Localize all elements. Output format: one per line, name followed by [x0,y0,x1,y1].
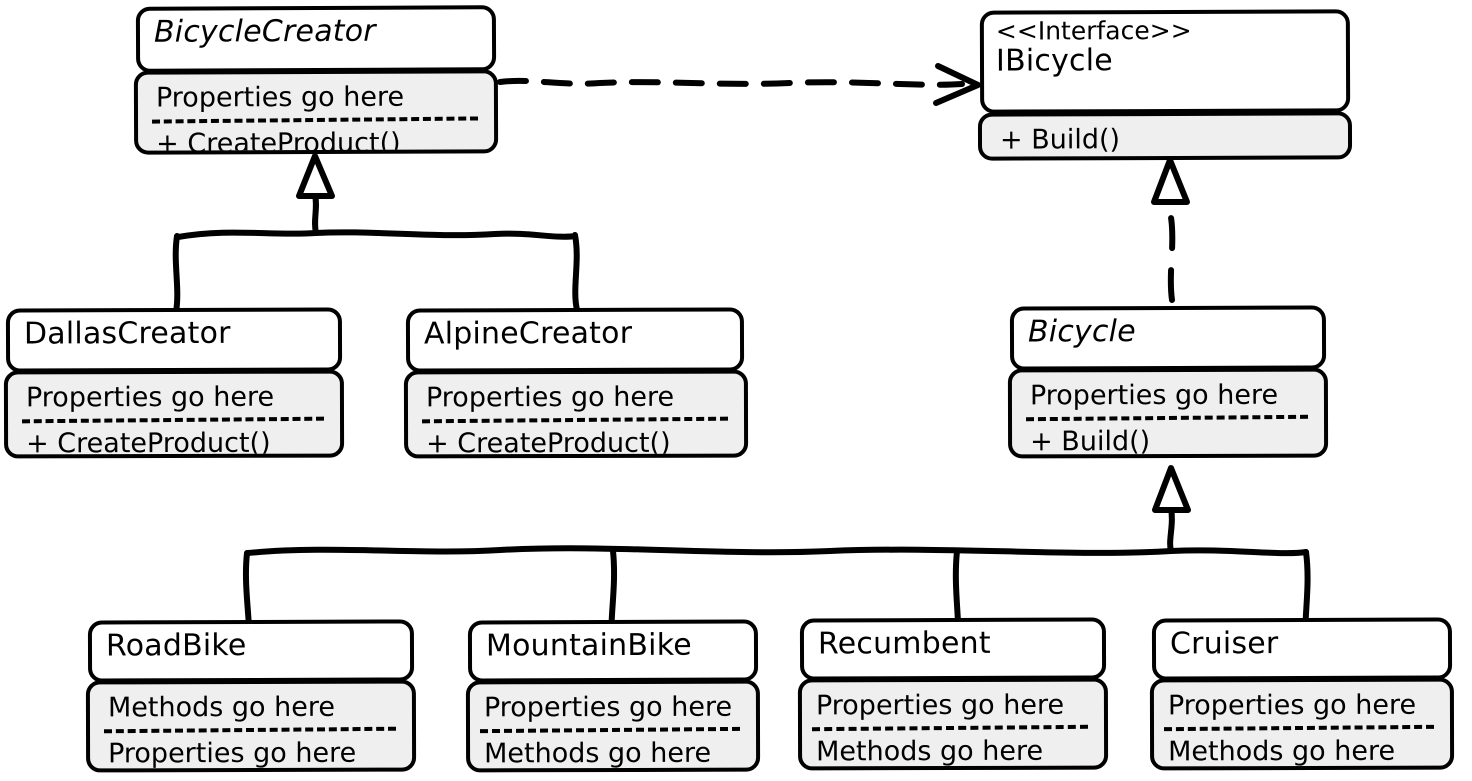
member-text: + CreateProduct() [426,427,671,459]
member-row: Properties go here [26,376,340,419]
member-row: Methods go here [108,686,412,729]
member-text: Methods go here [484,737,712,769]
class-ibicycle-members: + Build() [977,111,1353,161]
edge-realization-bicycle-to-ibicycle [1151,157,1190,303]
class-recumbent-members: Properties go here Methods go here [797,677,1109,771]
class-ibicycle-stereotype: <<Interface>> [995,15,1192,46]
class-mountain-bike-members: Properties go here Methods go here [465,679,761,773]
class-bicycle-members: Properties go here + Build() [1007,367,1329,459]
member-text: Properties go here [425,381,675,413]
member-row: Properties go here [816,684,1104,727]
member-text: + CreateProduct() [26,427,271,459]
member-text: Properties go here [25,381,275,413]
class-dallas-creator-title: DallasCreator [23,315,231,352]
member-text: + CreateProduct() [156,127,401,155]
member-row: Properties go here [484,686,756,729]
member-row: + CreateProduct() [426,422,744,459]
member-row: + Build() [1030,420,1324,459]
edge-generalization-creators-to-bicyclecreator [172,153,580,315]
member-row: + CreateProduct() [26,422,340,459]
member-row: Methods go here [816,730,1104,771]
class-ibicycle-title: IBicycle [995,43,1113,79]
member-text: Properties go here [155,81,405,114]
class-bicycle-header: Bicycle [1009,305,1327,371]
member-text: Properties go here [815,689,1065,721]
member-row: Properties go here [108,732,412,773]
class-cruiser-title: Cruiser [1169,626,1279,662]
class-bicycle-title: Bicycle [1027,314,1136,350]
class-alpine-creator-members: Properties go here + CreateProduct() [403,369,749,459]
member-row: Methods go here [1168,730,1450,771]
class-alpine-creator-header: AlpineCreator [405,307,745,373]
member-text: Methods go here [816,735,1044,767]
member-row: Properties go here [156,75,494,118]
class-bicycle-creator-members: Properties go here + CreateProduct() [133,69,499,155]
class-dallas-creator-header: DallasCreator [5,307,343,373]
class-cruiser-header: Cruiser [1151,617,1453,681]
class-mountain-bike-title: MountainBike [485,627,692,664]
member-row: Properties go here [426,376,744,419]
member-text: + Build() [1030,425,1151,457]
class-mountain-bike-header: MountainBike [467,619,759,683]
member-row: + Build() [1000,117,1348,160]
uml-diagram-canvas: BicycleCreator Properties go here + Crea… [0,0,1472,781]
member-text: Properties go here [1029,379,1279,411]
class-bicycle-creator-header: BicycleCreator [135,5,497,73]
member-text: Methods go here [1168,735,1396,767]
edge-dependency-bicyclecreator-to-ibicycle [497,63,981,106]
member-row: + CreateProduct() [156,121,494,154]
class-bicycle-creator-title: BicycleCreator [153,13,376,50]
member-row: Methods go here [484,732,756,773]
class-alpine-creator-title: AlpineCreator [423,315,633,352]
class-recumbent-title: Recumbent [817,625,991,662]
class-dallas-creator-members: Properties go here + CreateProduct() [3,369,345,459]
member-row: Properties go here [1030,374,1324,417]
member-text: Properties go here [483,691,733,723]
member-text: Methods go here [107,691,335,723]
member-row: Properties go here [1168,684,1450,727]
class-cruiser-members: Properties go here Methods go here [1149,677,1455,771]
class-road-bike-title: RoadBike [105,628,247,664]
member-text: + Build() [999,123,1121,156]
class-recumbent-header: Recumbent [799,617,1107,681]
class-road-bike-header: RoadBike [87,619,415,683]
class-ibicycle-header: <<Interface>> IBicycle [979,9,1351,114]
class-road-bike-members: Methods go here Properties go here [85,679,417,773]
member-text: Properties go here [108,737,357,769]
member-text: Properties go here [1167,689,1417,721]
